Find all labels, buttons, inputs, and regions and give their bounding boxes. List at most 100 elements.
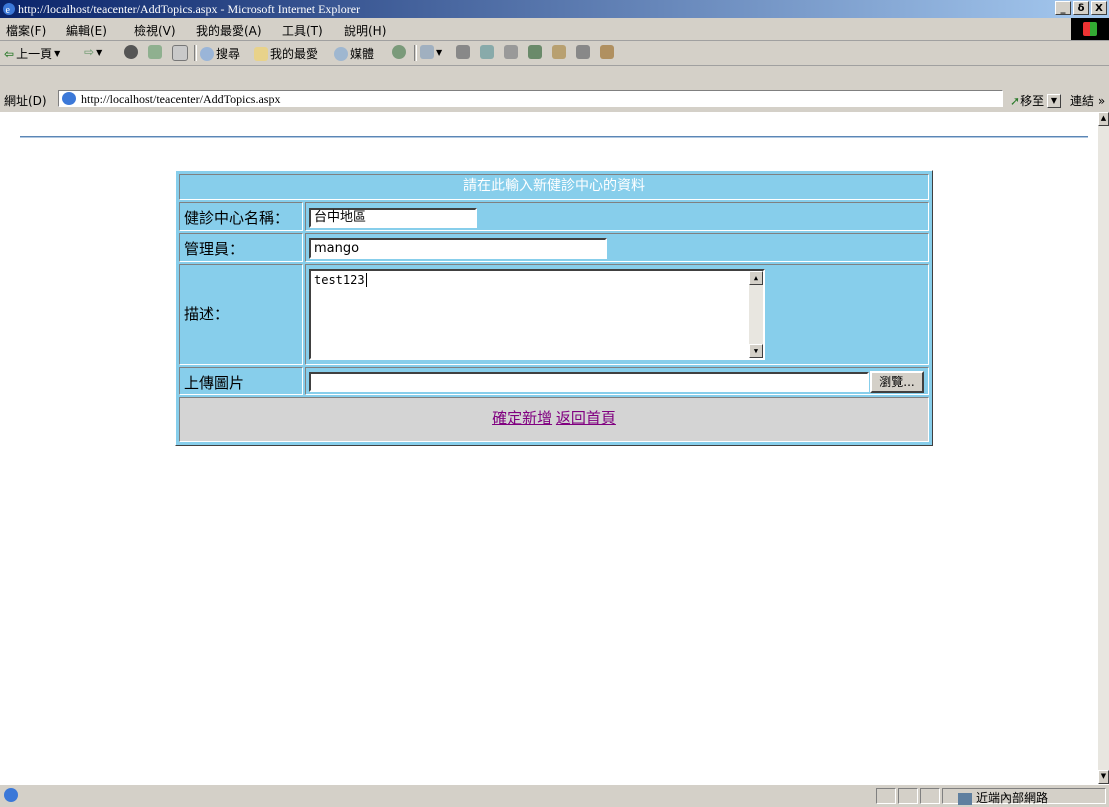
- search-icon: [200, 46, 214, 61]
- go-button[interactable]: ➚移至: [1010, 92, 1044, 109]
- form-header: 請在此輸入新健診中心的資料: [179, 174, 929, 200]
- desc-label-cell: 描述：: [179, 264, 303, 365]
- go-arrow-icon: ➚: [1010, 94, 1021, 108]
- messenger-icon: [528, 45, 542, 59]
- center-name-input[interactable]: 台中地區: [309, 208, 477, 228]
- home-link[interactable]: 返回首頁: [556, 409, 616, 427]
- zone-status: 近端內部網路: [958, 789, 1048, 806]
- zone-label: 近端內部網路: [976, 791, 1049, 805]
- windows-logo-icon: [1071, 18, 1109, 40]
- menu-help[interactable]: 說明(H): [344, 22, 386, 39]
- upload-label: 上傳圖片: [184, 374, 245, 392]
- page-scrollbar[interactable]: ▲ ▼: [1098, 112, 1109, 784]
- contacts-icon: [600, 45, 614, 59]
- scroll-up-icon[interactable]: ▲: [1098, 112, 1109, 126]
- admin-value-cell: mango: [305, 233, 929, 262]
- address-dropdown-button[interactable]: ▼: [1047, 94, 1061, 108]
- search-button[interactable]: 搜尋: [200, 45, 240, 62]
- admin-label-cell: 管理員：: [179, 233, 303, 262]
- address-url: http://localhost/teacenter/AddTopics.asp…: [81, 92, 281, 106]
- menu-bar: 檔案(F) 編輯(E) 檢視(V) 我的最愛(A) 工具(T) 說明(H): [0, 18, 1109, 41]
- window-titlebar: e http://localhost/teacenter/AddTopics.a…: [0, 0, 1109, 18]
- discuss-button[interactable]: [504, 45, 518, 59]
- maximize-button[interactable]: δ: [1073, 1, 1089, 15]
- history-button[interactable]: [392, 45, 406, 59]
- stop-button[interactable]: [124, 45, 138, 59]
- svg-text:e: e: [6, 5, 11, 16]
- desc-label: 描述：: [184, 305, 230, 323]
- browse-button[interactable]: 瀏覽...: [870, 371, 924, 393]
- menu-favorites[interactable]: 我的最愛(A): [196, 22, 262, 39]
- name-value-cell: 台中地區: [305, 202, 929, 231]
- messenger-button[interactable]: [528, 45, 542, 59]
- back-button[interactable]: ⇦ 上一頁 ▼: [4, 45, 60, 62]
- go-label: 移至: [1020, 94, 1045, 108]
- description-text: test123: [314, 273, 365, 287]
- name-label-cell: 健診中心名稱：: [179, 202, 303, 231]
- menu-tools[interactable]: 工具(T): [282, 22, 323, 39]
- name-label: 健診中心名稱：: [184, 209, 290, 227]
- scroll-down-icon[interactable]: ▼: [1098, 770, 1109, 784]
- mail-button[interactable]: ▼: [420, 45, 442, 59]
- menu-edit[interactable]: 編輯(E): [66, 22, 107, 39]
- upload-label-cell: 上傳圖片: [179, 367, 303, 395]
- research-button[interactable]: [552, 45, 566, 59]
- chevron-down-icon: ▼: [96, 47, 103, 57]
- media-button[interactable]: 媒體: [334, 45, 374, 62]
- address-input[interactable]: http://localhost/teacenter/AddTopics.asp…: [58, 90, 1061, 108]
- chevron-down-icon: ▼: [436, 47, 443, 57]
- status-pane: [898, 788, 918, 804]
- admin-input[interactable]: mango: [309, 238, 607, 259]
- submit-link[interactable]: 確定新增: [492, 409, 552, 427]
- calendar-icon: [576, 45, 590, 59]
- close-button[interactable]: X: [1091, 1, 1107, 15]
- form-footer: 確定新增 返回首頁: [179, 397, 929, 442]
- scroll-up-icon[interactable]: ▲: [749, 271, 763, 285]
- status-pane: [876, 788, 896, 804]
- menu-view[interactable]: 檢視(V): [134, 22, 176, 39]
- window-title: http://localhost/teacenter/AddTopics.asp…: [18, 2, 361, 16]
- form-table: 請在此輸入新健診中心的資料 健診中心名稱： 台中地區 管理員： mango 描述…: [175, 170, 933, 446]
- print-icon: [456, 45, 470, 59]
- contacts-button[interactable]: [600, 45, 614, 59]
- forward-button[interactable]: ⇨ ▼: [84, 45, 102, 59]
- status-pane: [920, 788, 940, 804]
- favorites-button[interactable]: 我的最愛: [254, 45, 318, 62]
- intranet-icon: [958, 792, 972, 805]
- standard-toolbar: ⇦ 上一頁 ▼ ⇨ ▼ 搜尋 我的最愛 媒體 ▼: [0, 41, 1109, 66]
- menu-file[interactable]: 檔案(F): [6, 22, 46, 39]
- stop-icon: [124, 45, 138, 59]
- print-button[interactable]: [456, 45, 470, 59]
- minimize-button[interactable]: _: [1055, 1, 1071, 15]
- forward-arrow-icon: ⇨: [84, 45, 95, 59]
- page-icon: [62, 92, 76, 105]
- admin-label: 管理員：: [184, 240, 245, 258]
- search-label: 搜尋: [216, 47, 241, 61]
- media-icon: [334, 46, 348, 61]
- textarea-scrollbar[interactable]: ▲ ▼: [749, 271, 763, 358]
- home-icon: [172, 45, 188, 61]
- ie-logo-icon: e: [2, 2, 16, 16]
- upload-file-input[interactable]: [309, 372, 869, 392]
- description-textarea[interactable]: test123 ▲ ▼: [309, 269, 765, 360]
- back-label: 上一頁: [16, 47, 53, 61]
- edit-button[interactable]: [480, 45, 494, 59]
- back-arrow-icon: ⇦: [4, 46, 15, 61]
- refresh-button[interactable]: [148, 45, 162, 59]
- scroll-down-icon[interactable]: ▼: [749, 344, 763, 358]
- links-button[interactable]: 連結 »: [1070, 92, 1105, 109]
- history-icon: [392, 45, 406, 59]
- edit-icon: [480, 45, 494, 59]
- favorites-label: 我的最愛: [270, 47, 319, 61]
- mail-icon: [420, 45, 434, 59]
- research-icon: [552, 45, 566, 59]
- address-bar: 網址(D) http://localhost/teacenter/AddTopi…: [0, 88, 1109, 110]
- calendar-button[interactable]: [576, 45, 590, 59]
- home-button[interactable]: [172, 45, 188, 61]
- page-content: 請在此輸入新健診中心的資料 健診中心名稱： 台中地區 管理員： mango 描述…: [0, 112, 1098, 784]
- favorites-icon: [254, 46, 268, 61]
- address-label: 網址(D): [4, 94, 47, 108]
- page-status-icon: [4, 788, 18, 802]
- media-label: 媒體: [350, 47, 375, 61]
- status-bar: 近端內部網路: [0, 784, 1109, 807]
